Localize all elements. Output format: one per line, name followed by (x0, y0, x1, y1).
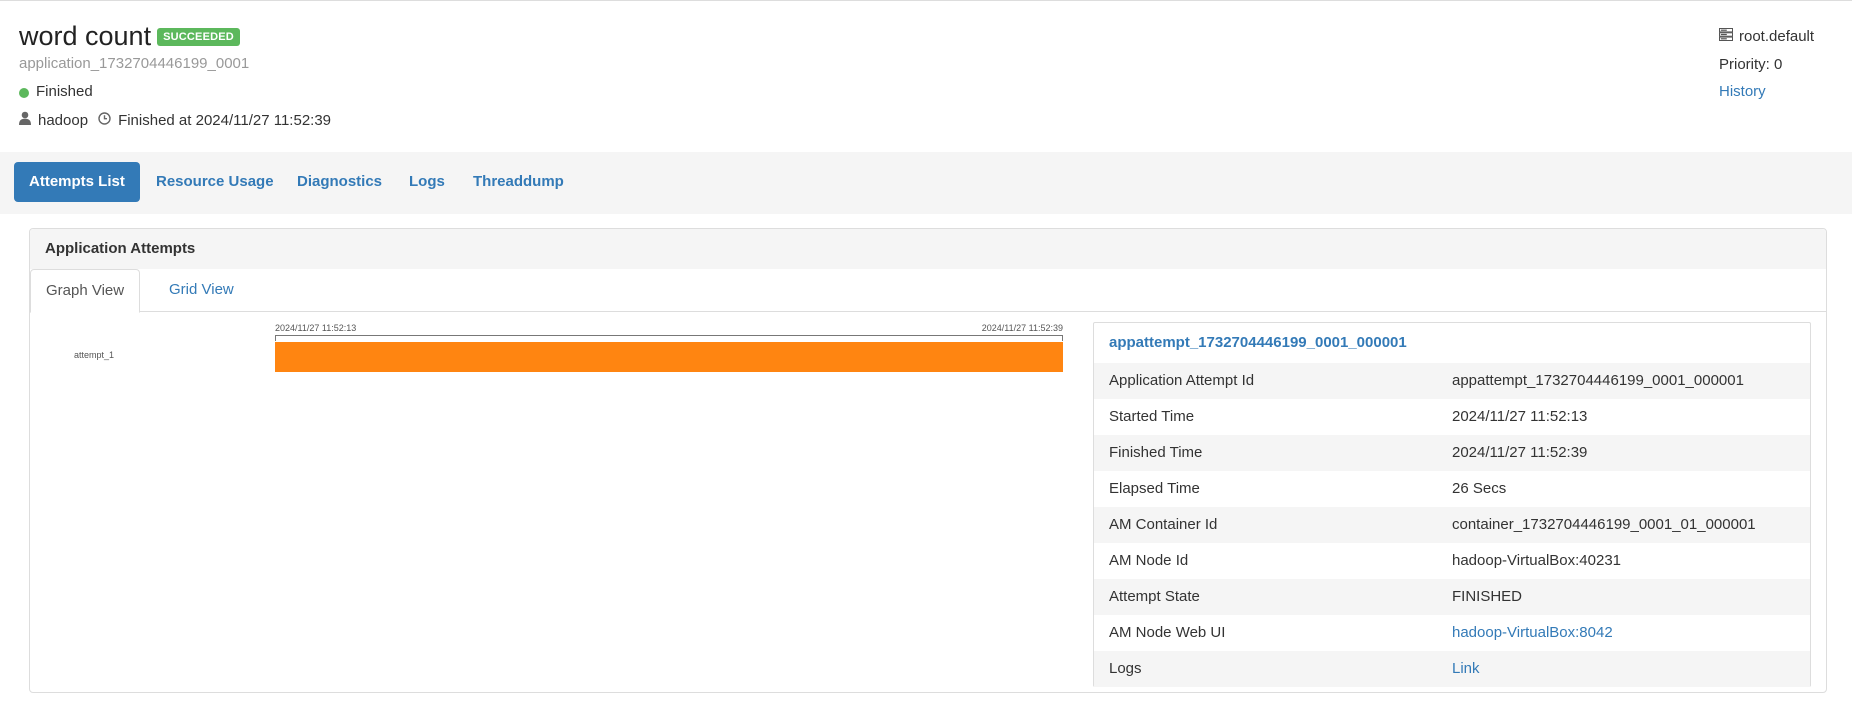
table-row: Logs Link (1094, 651, 1810, 687)
tab-diagnostics[interactable]: Diagnostics (282, 162, 397, 202)
queue-name: root.default (1739, 27, 1815, 45)
detail-key: AM Node Web UI (1109, 624, 1226, 641)
application-attempts-panel: Application Attempts Graph View Grid Vie… (29, 228, 1827, 693)
attempts-timeline: 2024/11/27 11:52:13 2024/11/27 11:52:39 … (30, 313, 1090, 433)
panel-heading: Application Attempts (30, 229, 1826, 269)
timeline-end-label: 2024/11/27 11:52:39 (981, 323, 1063, 333)
detail-key: Elapsed Time (1109, 480, 1200, 497)
detail-key: AM Node Id (1109, 552, 1189, 569)
tab-resource-usage[interactable]: Resource Usage (141, 162, 289, 202)
detail-key: Started Time (1109, 408, 1195, 425)
app-user-row: hadoop Finished at 2024/11/27 11:52:39 (19, 111, 331, 129)
detail-value: 2024/11/27 11:52:39 (1452, 444, 1588, 461)
detail-value: container_1732704446199_0001_01_000001 (1452, 516, 1756, 533)
table-row: Elapsed Time 26 Secs (1094, 471, 1810, 507)
timeline-row-label: attempt_1 (74, 350, 115, 360)
user-icon (19, 111, 31, 129)
attempt-details: appattempt_1732704446199_0001_000001 App… (1093, 322, 1811, 687)
finished-at: Finished at 2024/11/27 11:52:39 (118, 111, 332, 129)
details-table: Application Attempt Id appattempt_173270… (1094, 363, 1810, 687)
app-user: hadoop (38, 111, 89, 129)
table-row: Application Attempt Id appattempt_173270… (1094, 363, 1810, 399)
app-nav-tabs: Attempts List Resource Usage Diagnostics… (0, 152, 1852, 214)
detail-key: Logs (1109, 660, 1142, 677)
app-title: word count (19, 21, 152, 51)
detail-key: AM Container Id (1109, 516, 1218, 533)
attempt-bar[interactable] (275, 342, 1063, 372)
attempt-details-title[interactable]: appattempt_1732704446199_0001_000001 (1094, 323, 1810, 363)
table-row: AM Container Id container_1732704446199_… (1094, 507, 1810, 543)
tab-attempts-list[interactable]: Attempts List (14, 162, 140, 202)
am-node-web-ui-link[interactable]: hadoop-VirtualBox:8042 (1452, 624, 1613, 641)
application-id: application_1732704446199_0001 (19, 55, 250, 72)
detail-key: Attempt State (1109, 588, 1200, 605)
table-row: Finished Time 2024/11/27 11:52:39 (1094, 435, 1810, 471)
detail-value: appattempt_1732704446199_0001_000001 (1452, 372, 1744, 389)
app-title-row: word count SUCCEEDED (19, 19, 240, 53)
app-meta: root.default Priority: 0 History (1719, 27, 1834, 100)
tab-threaddump[interactable]: Threaddump (458, 162, 579, 202)
tab-graph-view[interactable]: Graph View (30, 269, 141, 313)
detail-value: hadoop-VirtualBox:40231 (1452, 552, 1622, 569)
table-row: AM Node Web UI hadoop-VirtualBox:8042 (1094, 615, 1810, 651)
view-tabs: Graph View Grid View (30, 269, 1826, 313)
history-link[interactable]: History (1719, 83, 1834, 100)
app-header: word count SUCCEEDED application_1732704… (0, 1, 1852, 153)
priority: Priority: 0 (1719, 56, 1783, 73)
timeline-start-label: 2024/11/27 11:52:13 (275, 323, 357, 333)
detail-key: Application Attempt Id (1109, 372, 1255, 389)
table-row: AM Node Id hadoop-VirtualBox:40231 (1094, 543, 1810, 579)
server-icon (1719, 27, 1733, 45)
timeline-axis (275, 335, 1063, 341)
detail-value: 2024/11/27 11:52:13 (1452, 408, 1588, 425)
app-state-label: Finished (36, 83, 93, 100)
table-row: Started Time 2024/11/27 11:52:13 (1094, 399, 1810, 435)
queue-row: root.default (1719, 27, 1834, 45)
app-state: Finished (19, 83, 93, 100)
tab-logs[interactable]: Logs (394, 162, 460, 202)
detail-value: hadoop-VirtualBox:8042 (1452, 615, 1810, 651)
detail-value: 26 Secs (1452, 480, 1507, 497)
detail-value: Link (1452, 651, 1810, 687)
status-dot-icon (19, 87, 29, 98)
tab-grid-view[interactable]: Grid View (154, 269, 249, 312)
logs-link[interactable]: Link (1452, 660, 1480, 677)
clock-icon (98, 111, 111, 129)
detail-value: FINISHED (1452, 588, 1523, 605)
detail-key: Finished Time (1109, 444, 1203, 461)
status-badge: SUCCEEDED (157, 28, 240, 46)
table-row: Attempt State FINISHED (1094, 579, 1810, 615)
